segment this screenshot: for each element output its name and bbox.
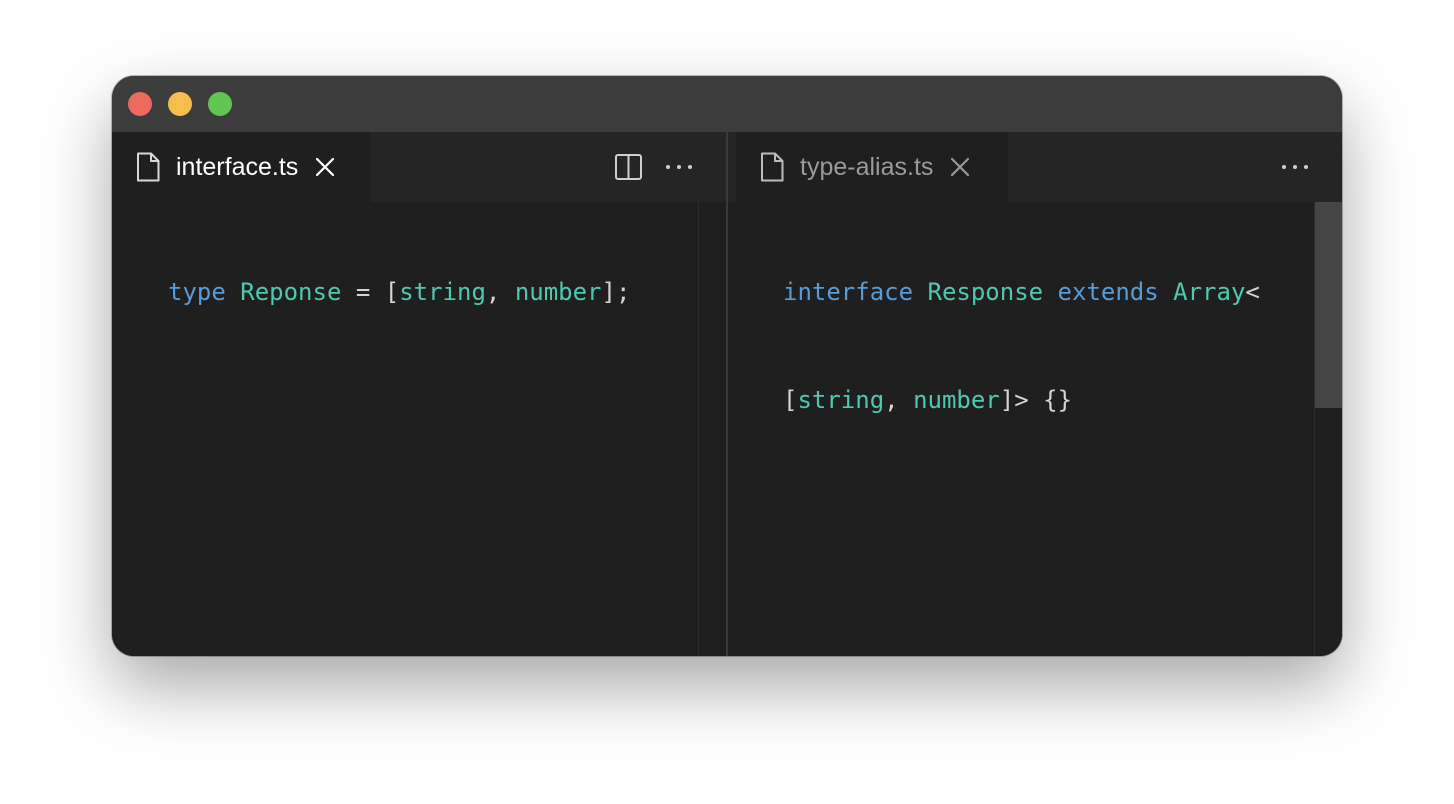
- file-icon: [136, 152, 160, 182]
- code-token: ];: [601, 278, 631, 306]
- split-editor-icon[interactable]: [614, 152, 644, 182]
- tab-label: type-alias.ts: [800, 152, 934, 181]
- code-line: type Reponse = [string, number];: [168, 274, 630, 310]
- code-token: Response: [927, 278, 1044, 306]
- tab-bar: interface.ts: [112, 132, 726, 202]
- code-token: Array: [1173, 278, 1246, 306]
- tab-label: interface.ts: [176, 152, 299, 181]
- close-window-button[interactable]: [128, 92, 152, 116]
- code-token: = [: [341, 278, 400, 306]
- code-token: type: [168, 278, 226, 306]
- maximize-window-button[interactable]: [208, 92, 232, 116]
- minimize-window-button[interactable]: [168, 92, 192, 116]
- scrollbar[interactable]: [1314, 202, 1342, 656]
- more-actions-icon[interactable]: [1280, 152, 1310, 182]
- code-token: interface: [783, 278, 914, 306]
- title-bar: [112, 76, 1342, 132]
- code-token: ,: [884, 386, 914, 414]
- close-icon[interactable]: [314, 156, 336, 178]
- tab-interface-ts[interactable]: interface.ts: [112, 132, 370, 202]
- editor-group-right: type-alias.ts interface Response extends…: [728, 132, 1342, 656]
- editor-group-left: interface.ts type Reponse = [string, num…: [112, 132, 727, 656]
- code-token: Reponse: [240, 278, 342, 306]
- scrollbar-thumb[interactable]: [1315, 202, 1342, 408]
- code-editor[interactable]: type Reponse = [string, number];: [168, 202, 630, 382]
- tab-bar: type-alias.ts: [728, 132, 1342, 202]
- more-actions-icon[interactable]: [664, 152, 694, 182]
- code-token: number: [514, 278, 602, 306]
- code-token: ]> {}: [999, 386, 1073, 414]
- code-token: <: [1245, 278, 1260, 306]
- code-line: [string, number]> {}: [783, 382, 1260, 418]
- code-line: interface Response extends Array<: [783, 274, 1260, 310]
- code-token: ,: [485, 278, 515, 306]
- code-token: [: [783, 386, 798, 414]
- file-icon: [760, 152, 784, 182]
- close-icon[interactable]: [949, 156, 971, 178]
- scrollbar[interactable]: [698, 202, 727, 656]
- editor-window: interface.ts type Reponse = [string, num…: [112, 76, 1342, 656]
- code-token: extends: [1057, 278, 1159, 306]
- code-editor[interactable]: interface Response extends Array< [strin…: [783, 202, 1260, 490]
- tab-type-alias-ts[interactable]: type-alias.ts: [736, 132, 1008, 202]
- code-token: number: [913, 386, 1000, 414]
- code-token: string: [399, 278, 486, 306]
- code-token: string: [797, 386, 885, 414]
